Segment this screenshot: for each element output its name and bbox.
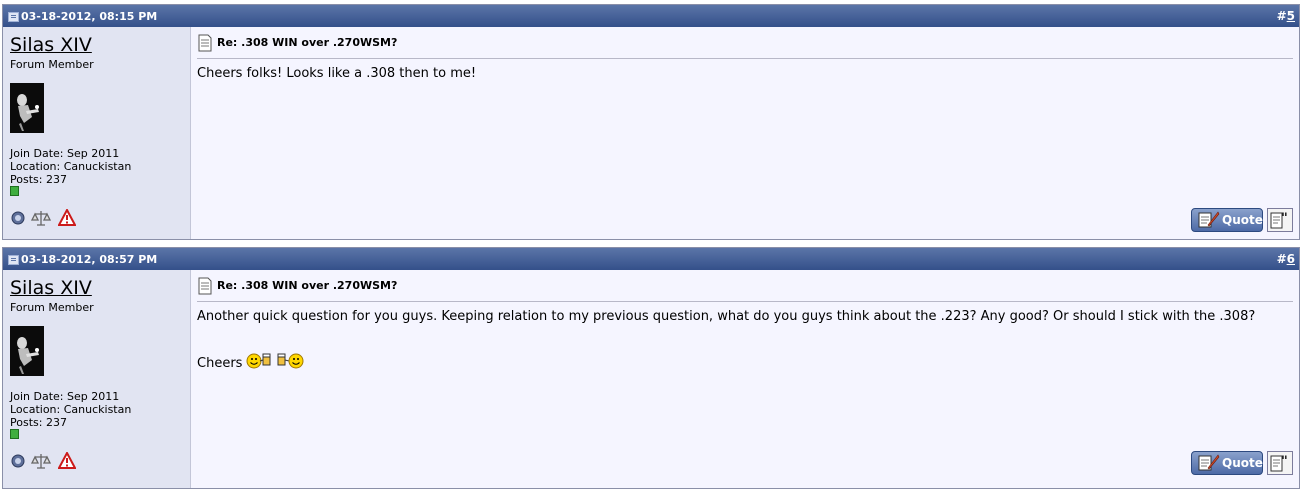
multi-quote-button[interactable]: " [1267, 208, 1293, 232]
quote-label: Quote [1222, 456, 1263, 470]
post-date: 03-18-2012, 08:15 PM [21, 10, 158, 23]
user-panel: Silas XIV Forum Member Join Date: Sep 20… [3, 27, 191, 239]
post-number[interactable]: 5 [1287, 9, 1295, 23]
post-number-link[interactable]: #5 [1277, 9, 1295, 23]
message-signoff: Cheers [197, 352, 1269, 375]
report-icon[interactable] [57, 450, 77, 473]
post-header: 03-18-2012, 08:57 PM #6 [3, 248, 1299, 270]
quote-button[interactable]: Quote [1191, 451, 1263, 475]
post-date: 03-18-2012, 08:57 PM [21, 253, 158, 266]
report-icon[interactable] [57, 207, 77, 230]
reputation-icon[interactable] [30, 452, 52, 473]
multi-quote-icon: " [1268, 211, 1292, 234]
location: Location: Canuckistan [10, 403, 132, 416]
reputation-bar-icon [10, 429, 19, 439]
doc-icon [8, 255, 19, 265]
location: Location: Canuckistan [10, 160, 132, 173]
cheers-smiley-icon [246, 352, 304, 375]
post-title: Re: .308 WIN over .270WSM? [217, 36, 398, 49]
post-title: Re: .308 WIN over .270WSM? [217, 279, 398, 292]
svg-text:": " [1281, 211, 1288, 226]
avatar[interactable] [10, 326, 44, 376]
quote-icon [1196, 453, 1220, 476]
signoff-text: Cheers [197, 356, 243, 371]
user-info: Join Date: Sep 2011 Location: Canuckista… [10, 147, 131, 186]
join-date: Join Date: Sep 2011 [10, 390, 120, 403]
post-number-prefix: # [1276, 252, 1287, 266]
post-title-icon [197, 277, 213, 298]
offline-status-icon[interactable] [10, 209, 26, 228]
post-content: Re: .308 WIN over .270WSM? Cheers folks!… [191, 27, 1299, 239]
quote-icon [1196, 210, 1220, 233]
quote-button[interactable]: Quote [1191, 208, 1263, 232]
post-content: Re: .308 WIN over .270WSM? Another quick… [191, 270, 1299, 488]
post-message: Another quick question for you guys. Kee… [197, 309, 1269, 375]
offline-status-icon[interactable] [10, 452, 26, 471]
post-title-row: Re: .308 WIN over .270WSM? [197, 34, 1293, 59]
user-info: Join Date: Sep 2011 Location: Canuckista… [10, 390, 131, 429]
post-header: 03-18-2012, 08:15 PM #5 [3, 5, 1299, 27]
multi-quote-icon: " [1268, 454, 1292, 477]
post-title-icon [197, 34, 213, 55]
multi-quote-button[interactable]: " [1267, 451, 1293, 475]
post-number-prefix: # [1276, 9, 1287, 23]
user-title: Forum Member [10, 301, 94, 314]
post-number[interactable]: 6 [1287, 252, 1295, 266]
message-paragraph: Cheers folks! Looks like a .308 then to … [197, 66, 477, 81]
join-date: Join Date: Sep 2011 [10, 147, 120, 160]
reputation-icon[interactable] [30, 209, 52, 230]
post-5: 03-18-2012, 08:15 PM #5 Silas XIV Forum … [2, 4, 1300, 240]
username-link[interactable]: Silas XIV [10, 34, 92, 56]
user-title: Forum Member [10, 58, 94, 71]
svg-text:": " [1281, 454, 1288, 469]
doc-icon [8, 12, 19, 22]
post-title-row: Re: .308 WIN over .270WSM? [197, 277, 1293, 302]
avatar[interactable] [10, 83, 44, 133]
username-link[interactable]: Silas XIV [10, 277, 92, 299]
post-6: 03-18-2012, 08:57 PM #6 Silas XIV Forum … [2, 247, 1300, 489]
post-count: Posts: 237 [10, 173, 67, 186]
post-message: Cheers folks! Looks like a .308 then to … [197, 66, 1269, 82]
message-paragraph: Another quick question for you guys. Kee… [197, 309, 1256, 324]
post-number-link[interactable]: #6 [1277, 252, 1295, 266]
reputation-bar-icon [10, 186, 19, 196]
quote-label: Quote [1222, 213, 1263, 227]
user-panel: Silas XIV Forum Member Join Date: Sep 20… [3, 270, 191, 488]
post-count: Posts: 237 [10, 416, 67, 429]
